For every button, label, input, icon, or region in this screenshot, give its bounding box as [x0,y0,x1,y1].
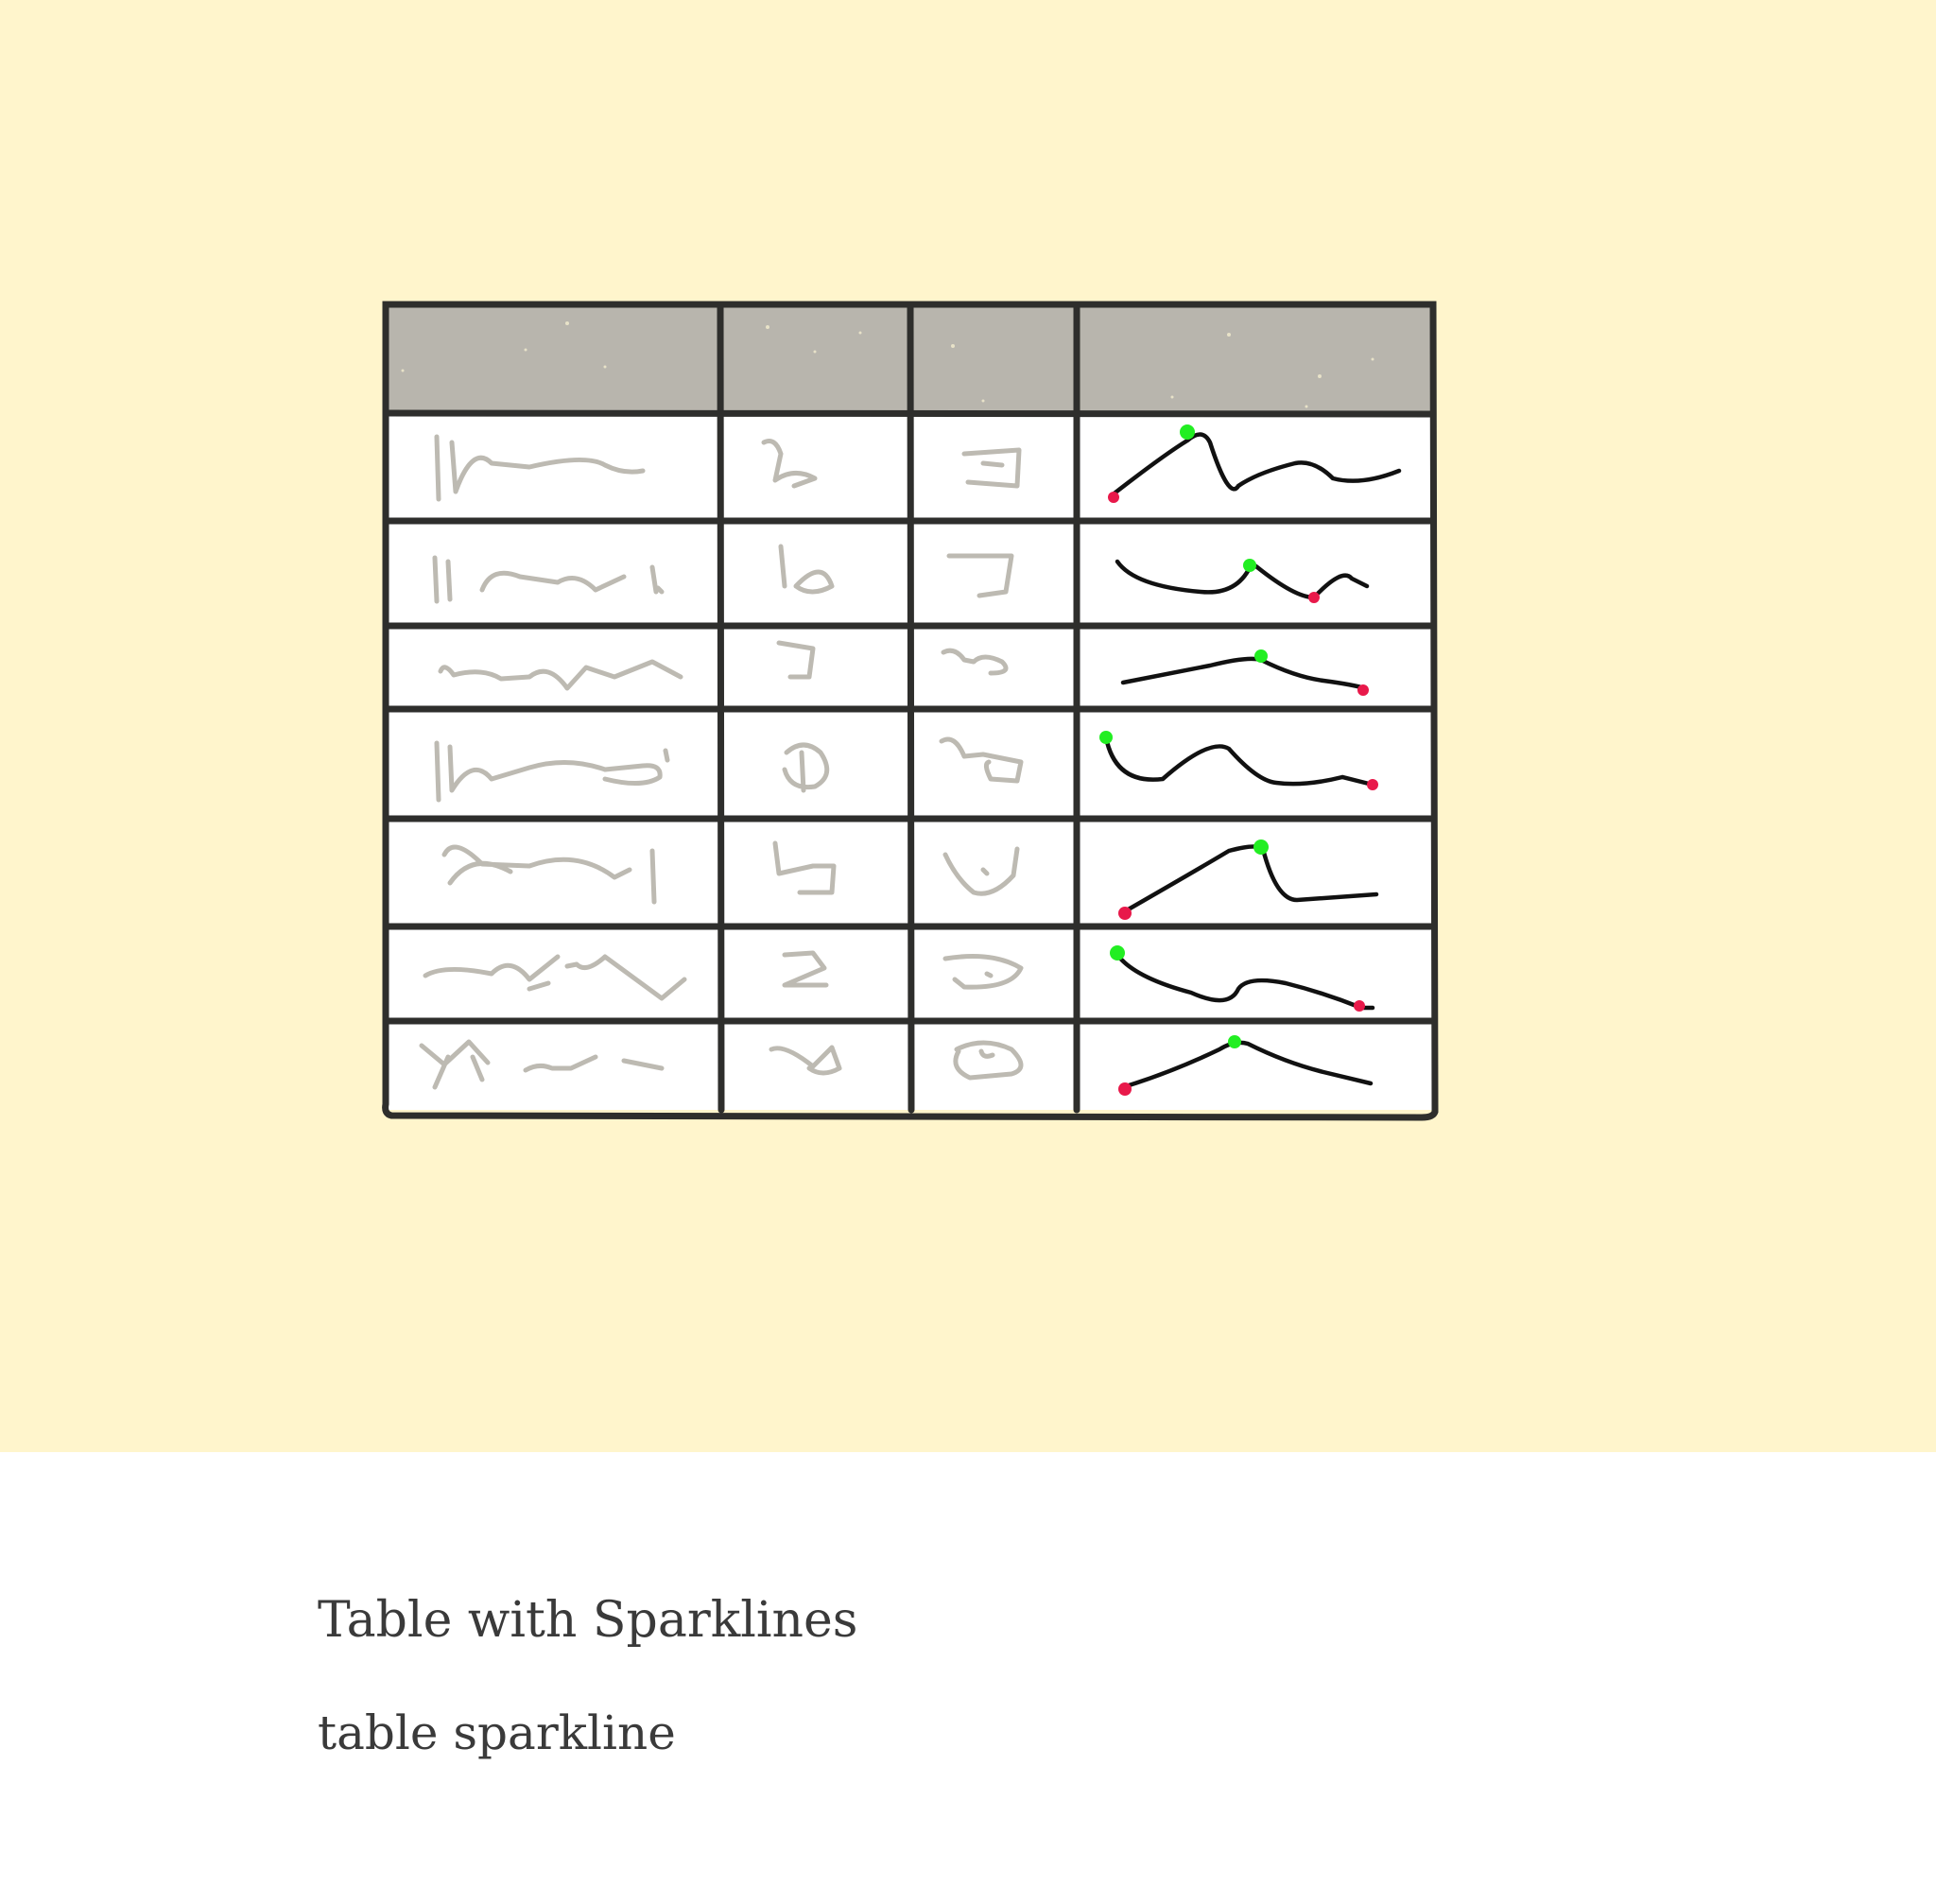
caption-title: Table with Sparklines [318,1592,858,1649]
max-marker-row-4 [1099,731,1113,744]
max-marker-row-5 [1253,839,1269,855]
max-marker-row-7 [1228,1035,1241,1048]
table-sketch [382,301,1439,1121]
caption-tags: table sparkline [318,1705,676,1760]
min-marker-row-5 [1118,907,1132,920]
max-marker-row-3 [1254,649,1268,663]
min-marker-row-3 [1357,684,1369,696]
max-marker-row-6 [1110,945,1125,961]
max-marker-row-2 [1243,559,1256,572]
min-marker-row-4 [1367,779,1378,790]
max-marker-row-1 [1180,424,1195,440]
min-marker-row-2 [1308,592,1320,603]
illustration [0,0,1936,1452]
min-marker-row-1 [1108,492,1119,503]
min-marker-row-6 [1354,1000,1365,1012]
min-marker-row-7 [1118,1082,1132,1096]
